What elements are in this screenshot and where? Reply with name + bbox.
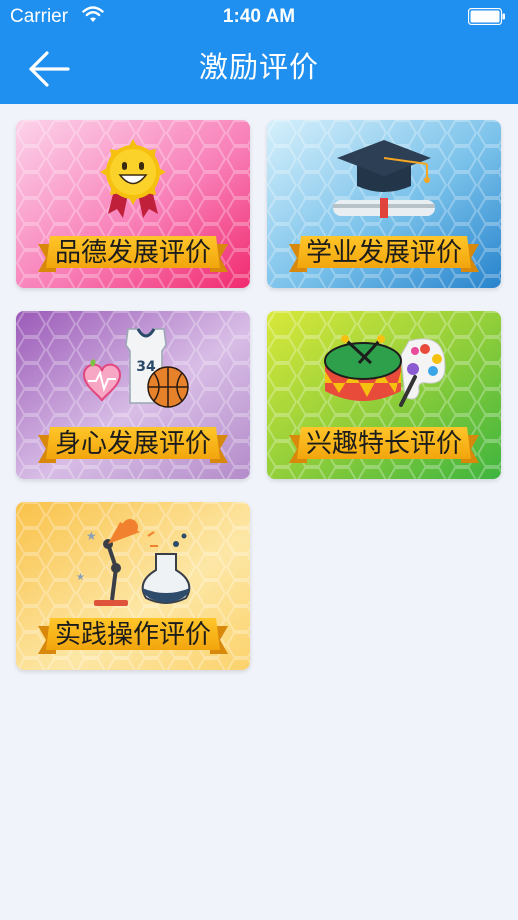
card-label: 品德发展评价 [54, 238, 211, 268]
status-time: 1:40 AM [222, 6, 296, 27]
sun-medal-icon [100, 139, 166, 218]
card-label: 学业发展评价 [305, 238, 462, 268]
card-practice-evaluation[interactable]: ★ ★ 实践操作评价 [16, 502, 250, 670]
svg-text:34: 34 [136, 359, 156, 375]
page-title: 激励评价 [198, 50, 319, 84]
card-academic-evaluation[interactable]: 学业发展评价 [267, 120, 501, 288]
card-label: 实践操作评价 [54, 620, 211, 650]
svg-text:★: ★ [86, 529, 97, 543]
lamp-flask-icon: ★ ★ [76, 519, 191, 606]
card-label: 兴趣特长评价 [305, 429, 462, 459]
drum-palette-icon [324, 335, 446, 407]
nav-bar: 激励评价 [0, 33, 518, 104]
card-physical-mental-evaluation[interactable]: 34 身心发展评价 [16, 311, 250, 479]
graduation-cap-icon [333, 140, 435, 218]
arrow-left-icon[interactable] [26, 49, 72, 89]
status-bar: Carrier 1:40 AM [0, 0, 518, 33]
svg-text:★: ★ [76, 572, 85, 583]
heart-jersey-basketball-icon: 34 [82, 328, 189, 408]
card-interest-talent-evaluation[interactable]: 兴趣特长评价 [267, 311, 501, 479]
battery-icon [468, 8, 505, 25]
card-label: 身心发展评价 [54, 429, 211, 459]
card-moral-evaluation[interactable]: 品德发展评价 [16, 120, 250, 288]
